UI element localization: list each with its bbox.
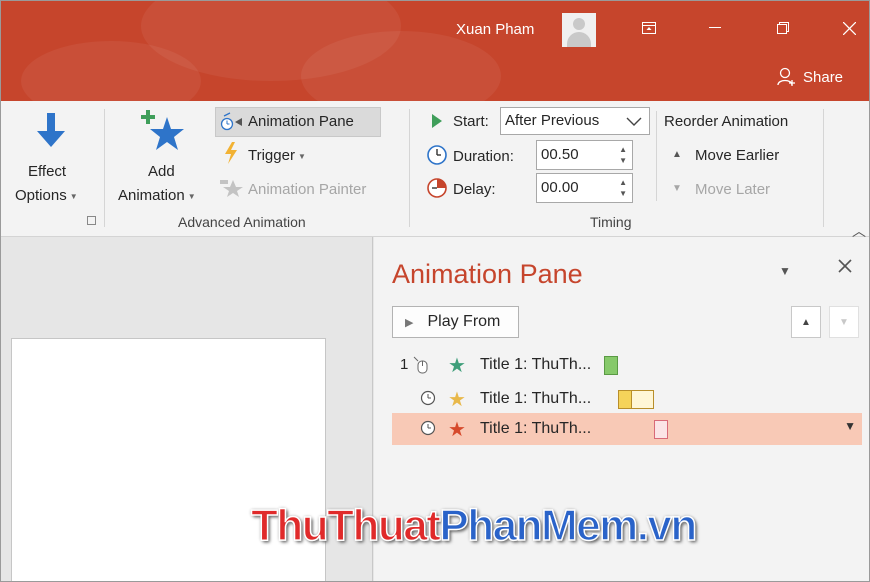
animation-pane-icon	[220, 112, 242, 131]
effect-options-line2: Options ▼	[15, 187, 78, 204]
clock-icon	[420, 390, 436, 406]
trigger-label: Trigger ▼	[248, 147, 306, 164]
effect-options-line1: Effect	[28, 163, 67, 180]
animation-painter-label: Animation Painter	[248, 181, 367, 198]
delay-value: 00.00	[541, 179, 579, 196]
pane-title: Animation Pane	[392, 259, 583, 289]
play-from-button[interactable]: ▶ Play From	[392, 306, 519, 338]
advanced-animation-group-label: Advanced Animation	[178, 214, 306, 230]
pane-options-icon[interactable]: ▼	[779, 264, 791, 278]
duration-spinner[interactable]: 00.50 ▲ ▼	[536, 140, 633, 170]
clock-delay-icon	[427, 178, 447, 198]
triangle-up-icon: ▲	[801, 316, 811, 328]
delay-label: Delay:	[453, 181, 496, 198]
timing-group-label: Timing	[590, 214, 632, 230]
animation-label: Title 1: ThuTh...	[480, 420, 592, 437]
reorder-animation-label: Reorder Animation	[664, 113, 789, 130]
animation-list-item[interactable]: 1 ★ Title 1: ThuTh...	[392, 349, 862, 381]
title-bar: Xuan Pham Share	[1, 1, 869, 121]
animation-label: Title 1: ThuTh...	[480, 390, 592, 407]
exit-star-icon: ★	[448, 419, 466, 441]
watermark-logo: ThuThuatPhanMem.vn	[250, 500, 698, 551]
triangle-down-icon: ▼	[672, 183, 682, 194]
move-up-button[interactable]: ▲	[791, 306, 821, 338]
animation-order-number: 1	[400, 356, 409, 373]
triangle-down-icon: ▼	[839, 316, 849, 328]
add-animation-star-icon	[141, 110, 184, 150]
animation-list-item-selected[interactable]: ★ Title 1: ThuTh... ▼	[392, 413, 862, 445]
animation-pane-button[interactable]: Animation Pane	[215, 107, 381, 137]
user-avatar[interactable]	[562, 13, 596, 47]
move-later-label: Move Later	[695, 181, 771, 198]
lightning-icon	[225, 142, 237, 164]
pane-close-icon[interactable]	[838, 259, 852, 278]
duration-value: 00.50	[541, 146, 579, 163]
user-name[interactable]: Xuan Pham	[456, 21, 534, 38]
spinner-arrows-icon[interactable]: ▲ ▼	[619, 144, 627, 166]
start-select-value: After Previous	[505, 112, 600, 129]
triangle-up-icon: ▲	[672, 149, 682, 160]
play-icon: ▶	[405, 316, 414, 329]
ribbon: Effect Options ▼ Add Animation ▼ Animation…	[1, 101, 869, 239]
entrance-star-icon: ★	[448, 355, 466, 377]
chevron-down-icon	[626, 117, 642, 126]
share-person-icon	[777, 67, 795, 86]
start-select[interactable]: After Previous	[500, 107, 650, 135]
emphasis-star-icon: ★	[448, 389, 466, 411]
spinner-arrows-icon[interactable]: ▲ ▼	[619, 177, 627, 199]
mouse-click-icon	[413, 356, 428, 374]
dialog-launcher-icon[interactable]	[87, 216, 96, 225]
play-start-icon	[432, 114, 442, 128]
share-button[interactable]: Share	[777, 67, 843, 87]
add-animation-line1: Add	[148, 163, 175, 180]
item-dropdown-icon[interactable]: ▼	[844, 419, 856, 433]
timeline-bar[interactable]	[604, 356, 618, 375]
clock-duration-icon	[427, 145, 447, 165]
play-from-label: Play From	[427, 313, 501, 330]
delay-spinner[interactable]: 00.00 ▲ ▼	[536, 173, 633, 203]
close-icon[interactable]	[837, 16, 861, 40]
minimize-icon[interactable]	[703, 16, 727, 40]
move-down-button[interactable]: ▼	[829, 306, 859, 338]
add-animation-line2: Animation ▼	[118, 187, 196, 204]
duration-label: Duration:	[453, 148, 514, 165]
restore-icon[interactable]	[771, 16, 795, 40]
arrow-down-icon	[37, 113, 65, 147]
clock-icon	[420, 420, 436, 436]
share-label: Share	[803, 68, 844, 86]
ribbon-display-options-icon[interactable]	[637, 16, 661, 40]
animation-painter-icon	[220, 180, 243, 197]
powerpoint-window: Xuan Pham Share Effect Options ▼ Add Ani…	[0, 0, 870, 582]
start-label: Start:	[453, 113, 489, 130]
animation-list-item[interactable]: ★ Title 1: ThuTh...	[392, 383, 862, 415]
timeline-bar[interactable]	[654, 420, 668, 439]
move-earlier-label: Move Earlier	[695, 147, 780, 164]
timeline-bar[interactable]	[618, 390, 654, 409]
animation-label: Title 1: ThuTh...	[480, 356, 592, 373]
animation-pane-label: Animation Pane	[248, 113, 354, 130]
